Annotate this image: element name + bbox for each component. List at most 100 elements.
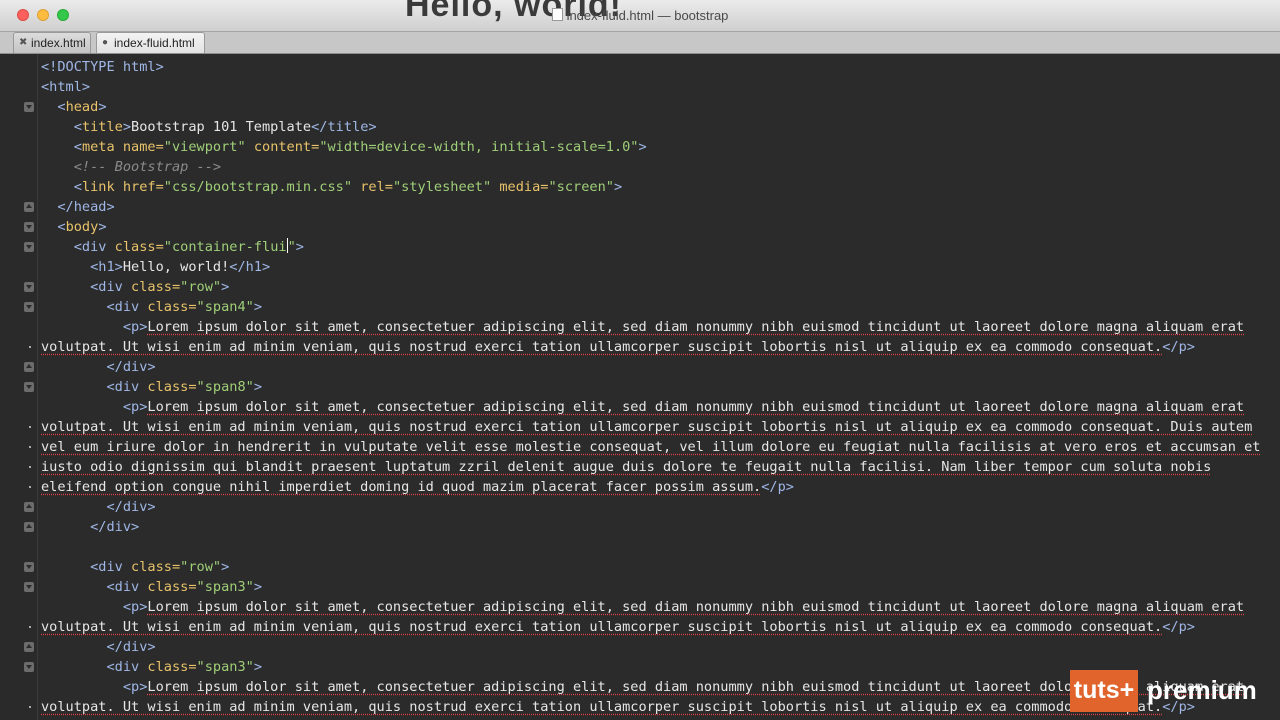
code-line-text[interactable]: <div class="span4">: [41, 297, 262, 317]
tag-token: <html>: [41, 79, 91, 95]
code-line[interactable]: </head>: [0, 197, 1280, 217]
code-line[interactable]: </div>: [0, 357, 1280, 377]
tag-token: </div>: [90, 519, 140, 535]
code-line-text[interactable]: </div>: [41, 637, 155, 657]
code-line-text[interactable]: <link href="css/bootstrap.min.css" rel="…: [41, 177, 622, 197]
code-line-text[interactable]: <div class="row">: [41, 277, 229, 297]
code-line-text[interactable]: </div>: [41, 497, 155, 517]
code-line[interactable]: <meta name="viewport" content="width=dev…: [0, 137, 1280, 157]
tab-index-fluid-html[interactable]: ● index-fluid.html: [96, 32, 205, 53]
code-line-text[interactable]: volutpat. Ut wisi enim ad minim veniam, …: [41, 417, 1252, 437]
fold-toggle-icon[interactable]: [24, 382, 34, 392]
code-line[interactable]: iusto odio dignissim qui blandit praesen…: [0, 457, 1280, 477]
code-line-text[interactable]: <meta name="viewport" content="width=dev…: [41, 137, 647, 157]
code-line-text[interactable]: <div class="container-flui">: [41, 237, 304, 257]
code-line[interactable]: <body>: [0, 217, 1280, 237]
code-line-text[interactable]: <body>: [41, 217, 106, 237]
code-line[interactable]: <p>Lorem ipsum dolor sit amet, consectet…: [0, 317, 1280, 337]
tag-name-token: body: [65, 219, 99, 235]
fold-toggle-icon[interactable]: [24, 662, 34, 672]
code-line-text[interactable]: </div>: [41, 357, 155, 377]
code-line[interactable]: <link href="css/bootstrap.min.css" rel="…: [0, 177, 1280, 197]
logo-box: tuts+: [1070, 670, 1138, 712]
code-line-text[interactable]: <!DOCTYPE html>: [41, 57, 164, 77]
code-line[interactable]: <!-- Bootstrap -->: [0, 157, 1280, 177]
code-line-text[interactable]: <h1>Hello, world!</h1>: [41, 257, 270, 277]
wrap-indicator-icon: [29, 446, 31, 448]
code-line[interactable]: <div class="row">: [0, 557, 1280, 577]
close-icon[interactable]: ✖: [19, 33, 27, 53]
code-line-text[interactable]: <!-- Bootstrap -->: [41, 157, 221, 177]
code-line[interactable]: </div>: [0, 637, 1280, 657]
code-line[interactable]: <head>: [0, 97, 1280, 117]
code-line-text[interactable]: <div class="span8">: [41, 377, 262, 397]
code-line-text[interactable]: <html>: [41, 77, 90, 97]
attribute-value-token: "span3": [196, 659, 254, 675]
fold-toggle-icon[interactable]: [24, 282, 34, 292]
code-line-text[interactable]: vel eum iriure dolor in hendrerit in vul…: [41, 437, 1260, 457]
code-line[interactable]: <h1>Hello, world!</h1>: [0, 257, 1280, 277]
fold-toggle-icon[interactable]: [24, 102, 34, 112]
code-line-text[interactable]: eleifend option congue nihil imperdiet d…: [41, 477, 794, 497]
code-line-text[interactable]: <p>Lorem ipsum dolor sit amet, consectet…: [41, 597, 1244, 617]
code-line[interactable]: <div class="span3">: [0, 577, 1280, 597]
code-line[interactable]: volutpat. Ut wisi enim ad minim veniam, …: [0, 417, 1280, 437]
code-editor[interactable]: <!DOCTYPE html> <html> <head> <title>Boot…: [0, 54, 1280, 720]
code-line-text[interactable]: <title>Bootstrap 101 Template</title>: [41, 117, 377, 137]
code-line[interactable]: <div class="row">: [0, 277, 1280, 297]
fold-end-icon[interactable]: [24, 202, 34, 212]
code-line[interactable]: <!DOCTYPE html>: [0, 57, 1280, 77]
code-line[interactable]: vel eum iriure dolor in hendrerit in vul…: [0, 437, 1280, 457]
code-line-text[interactable]: </head>: [41, 197, 114, 217]
code-line-text[interactable]: volutpat. Ut wisi enim ad minim veniam, …: [41, 337, 1195, 357]
code-line-text[interactable]: <div class="row">: [41, 557, 229, 577]
modified-dot-icon[interactable]: ●: [102, 33, 108, 53]
code-line[interactable]: [0, 537, 1280, 557]
code-line[interactable]: <div class="span8">: [0, 377, 1280, 397]
code-line[interactable]: <p>Lorem ipsum dolor sit amet, consectet…: [0, 597, 1280, 617]
fold-toggle-icon[interactable]: [24, 242, 34, 252]
code-line-text[interactable]: <p>Lorem ipsum dolor sit amet, consectet…: [41, 677, 1244, 697]
code-line-text[interactable]: <head>: [41, 97, 106, 117]
code-line[interactable]: </div>: [0, 517, 1280, 537]
code-line[interactable]: <html>: [0, 77, 1280, 97]
code-line[interactable]: <title>Bootstrap 101 Template</title>: [0, 117, 1280, 137]
code-line[interactable]: </div>: [0, 497, 1280, 517]
code-line-text[interactable]: volutpat. Ut wisi enim ad minim veniam, …: [41, 697, 1195, 717]
code-line-text[interactable]: <div class="span3">: [41, 577, 262, 597]
code-line-text[interactable]: </div>: [41, 517, 139, 537]
fold-toggle-icon[interactable]: [24, 582, 34, 592]
code-line[interactable]: <p>Lorem ipsum dolor sit amet, consectet…: [0, 397, 1280, 417]
fold-end-icon[interactable]: [24, 362, 34, 372]
code-line[interactable]: <div class="container-flui">: [0, 237, 1280, 257]
attribute-token: media=: [491, 179, 549, 195]
fold-toggle-icon[interactable]: [24, 562, 34, 572]
code-line-text[interactable]: volutpat. Ut wisi enim ad minim veniam, …: [41, 617, 1195, 637]
attribute-value-token: "css/bootstrap.min.css": [163, 179, 353, 195]
code-line[interactable]: <div class="span4">: [0, 297, 1280, 317]
code-line-text[interactable]: <p>Lorem ipsum dolor sit amet, consectet…: [41, 397, 1244, 417]
fold-end-icon[interactable]: [24, 502, 34, 512]
tag-name-token: title: [81, 119, 123, 135]
code-line[interactable]: eleifend option congue nihil imperdiet d…: [0, 477, 1280, 497]
fold-end-icon[interactable]: [24, 522, 34, 532]
code-line-text[interactable]: <div class="span3">: [41, 657, 262, 677]
tab-index-html[interactable]: ✖ index.html: [13, 32, 91, 53]
fold-toggle-icon[interactable]: [24, 222, 34, 232]
window-title-text: index-fluid.html — bootstrap: [566, 8, 729, 23]
fold-end-icon[interactable]: [24, 642, 34, 652]
code-line[interactable]: volutpat. Ut wisi enim ad minim veniam, …: [0, 337, 1280, 357]
tag-name-token: head: [65, 99, 99, 115]
code-line[interactable]: volutpat. Ut wisi enim ad minim veniam, …: [0, 617, 1280, 637]
fold-toggle-icon[interactable]: [24, 302, 34, 312]
code-line-text[interactable]: <p>Lorem ipsum dolor sit amet, consectet…: [41, 317, 1244, 337]
code-line-text[interactable]: iusto odio dignissim qui blandit praesen…: [41, 457, 1211, 477]
code-lines[interactable]: <!DOCTYPE html> <html> <head> <title>Boot…: [0, 57, 1280, 717]
